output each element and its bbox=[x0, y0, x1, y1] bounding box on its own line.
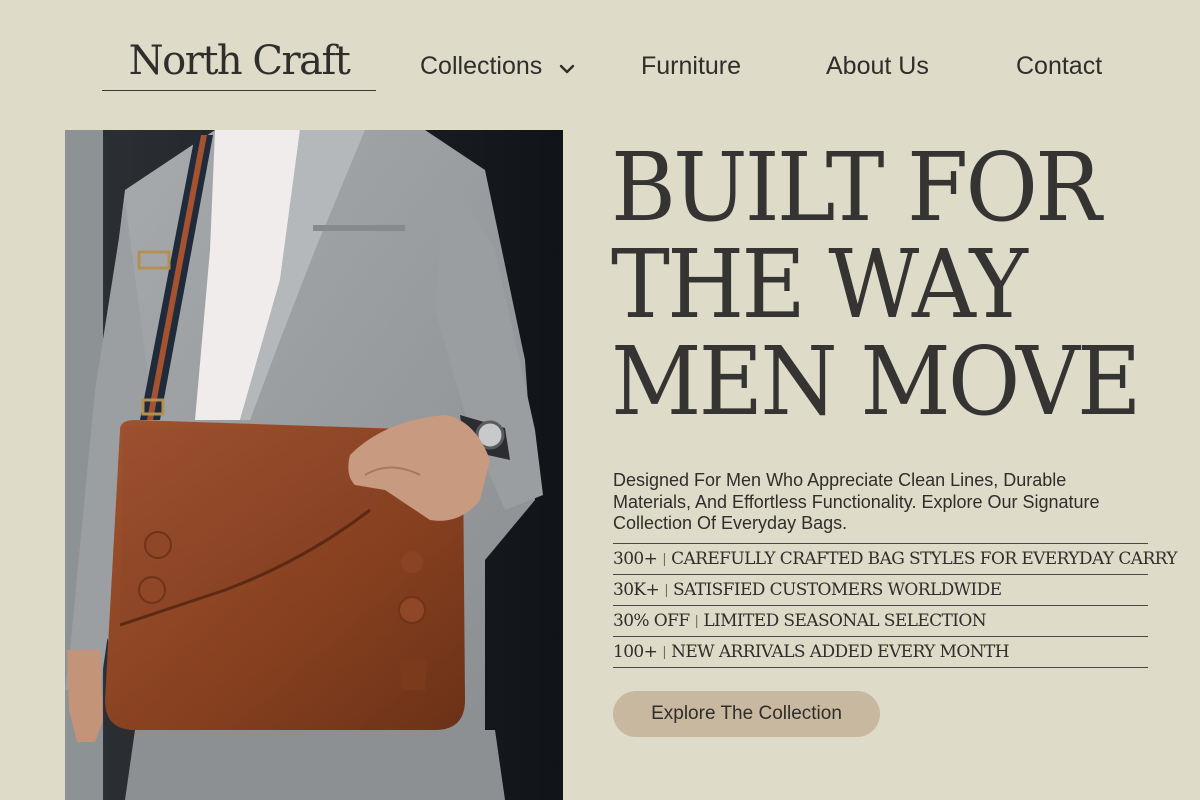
stat-value: 100+ bbox=[613, 642, 658, 662]
stat-label: SATISFIED CUSTOMERS WORLDWIDE bbox=[672, 580, 1002, 600]
explore-collection-button[interactable]: Explore The Collection bbox=[613, 691, 880, 737]
hero-image-illustration bbox=[65, 130, 563, 800]
stat-label: NEW ARRIVALS ADDED EVERY MONTH bbox=[671, 642, 1009, 662]
stats-list: 300+ | CAREFULLY CRAFTED BAG STYLES FOR … bbox=[613, 543, 1178, 668]
main-nav: Collections Furniture About Us Contact bbox=[0, 48, 1200, 84]
nav-item-label: Furniture bbox=[641, 52, 742, 80]
stat-divider: | bbox=[662, 551, 667, 567]
stat-value: 30K+ bbox=[613, 580, 660, 600]
nav-item-label: About Us bbox=[826, 52, 929, 80]
nav-item-collections[interactable]: Collections bbox=[420, 48, 575, 85]
stat-value: 300+ bbox=[613, 549, 658, 569]
stat-label: LIMITED SEASONAL SELECTION bbox=[703, 611, 987, 631]
nav-item-contact[interactable]: Contact bbox=[1016, 48, 1102, 84]
stat-row: 30K+ | SATISFIED CUSTOMERS WORLDWIDE bbox=[613, 574, 1148, 605]
nav-item-label: Contact bbox=[1016, 52, 1103, 80]
nav-item-about-us[interactable]: About Us bbox=[826, 48, 929, 84]
headline-line: THE WAY bbox=[611, 230, 1028, 340]
headline-line: MEN MOVE bbox=[611, 327, 1141, 437]
stat-divider: | bbox=[662, 644, 667, 660]
stat-divider: | bbox=[694, 613, 699, 629]
hero-image bbox=[65, 130, 563, 800]
stat-value: 30% OFF bbox=[613, 611, 690, 631]
stat-label: CAREFULLY CRAFTED BAG STYLES FOR EVERYDA… bbox=[671, 549, 1177, 569]
chevron-down-icon bbox=[559, 49, 575, 85]
stat-row: 30% OFF | LIMITED SEASONAL SELECTION bbox=[613, 605, 1148, 636]
nav-item-furniture[interactable]: Furniture bbox=[641, 48, 741, 84]
hero-description: Designed For Men Who Appreciate Clean Li… bbox=[613, 470, 1100, 533]
nav-item-label: Collections bbox=[420, 52, 543, 80]
headline-line: BUILT FOR bbox=[611, 133, 1102, 243]
hero-headline: BUILT FOR THE WAY MEN MOVE bbox=[611, 133, 1141, 437]
stat-row: 100+ | NEW ARRIVALS ADDED EVERY MONTH bbox=[613, 636, 1148, 668]
stat-divider: | bbox=[664, 582, 668, 598]
stat-row: 300+ | CAREFULLY CRAFTED BAG STYLES FOR … bbox=[613, 543, 1178, 574]
